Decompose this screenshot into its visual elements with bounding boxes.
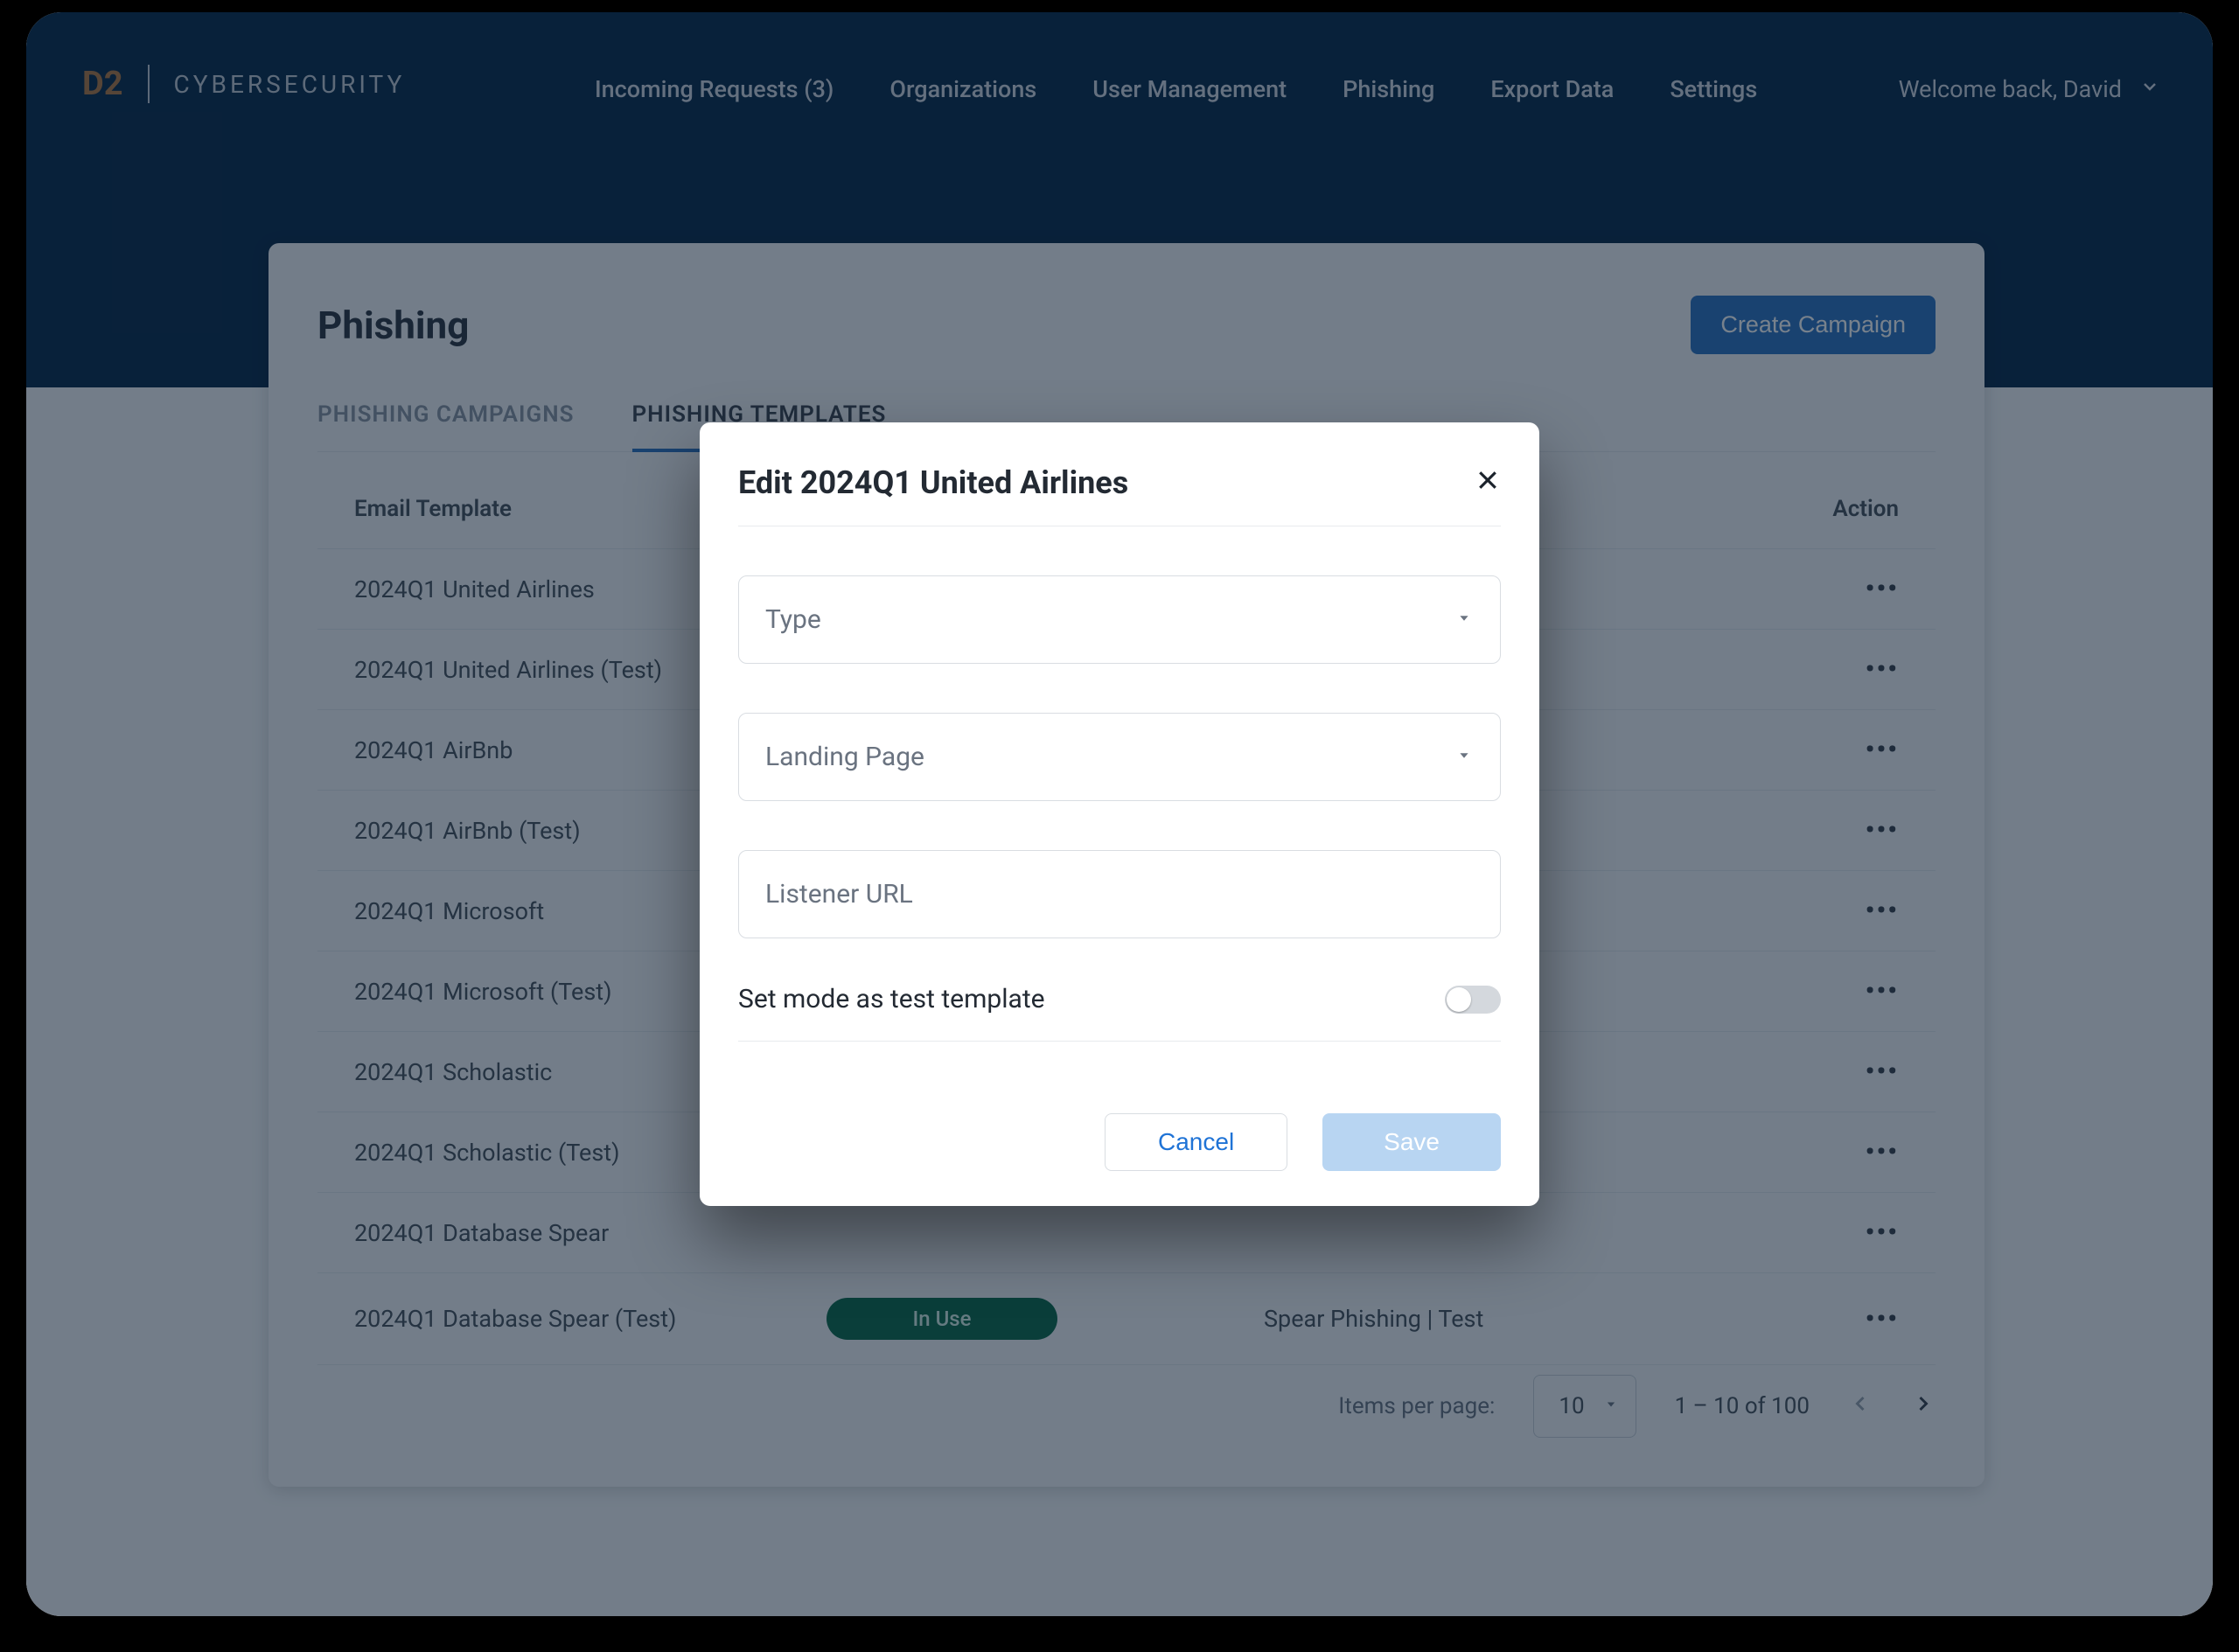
- landing-page-label: Landing Page: [765, 742, 924, 772]
- test-mode-toggle[interactable]: [1445, 986, 1501, 1014]
- close-icon[interactable]: [1475, 467, 1501, 498]
- test-mode-row: Set mode as test template: [738, 984, 1501, 1042]
- modal-title: Edit 2024Q1 United Airlines: [738, 464, 1128, 501]
- dropdown-icon: [1454, 609, 1474, 631]
- dropdown-icon: [1454, 746, 1474, 769]
- cancel-button[interactable]: Cancel: [1105, 1113, 1287, 1171]
- toggle-knob: [1447, 987, 1471, 1012]
- landing-page-select[interactable]: Landing Page: [738, 713, 1501, 801]
- listener-url-input[interactable]: Listener URL: [738, 850, 1501, 938]
- type-select[interactable]: Type: [738, 575, 1501, 664]
- test-mode-label: Set mode as test template: [738, 984, 1045, 1014]
- edit-template-modal: Edit 2024Q1 United Airlines Type Landing…: [700, 422, 1539, 1206]
- type-label: Type: [765, 604, 821, 635]
- listener-url-label: Listener URL: [765, 879, 913, 910]
- save-button[interactable]: Save: [1322, 1113, 1501, 1171]
